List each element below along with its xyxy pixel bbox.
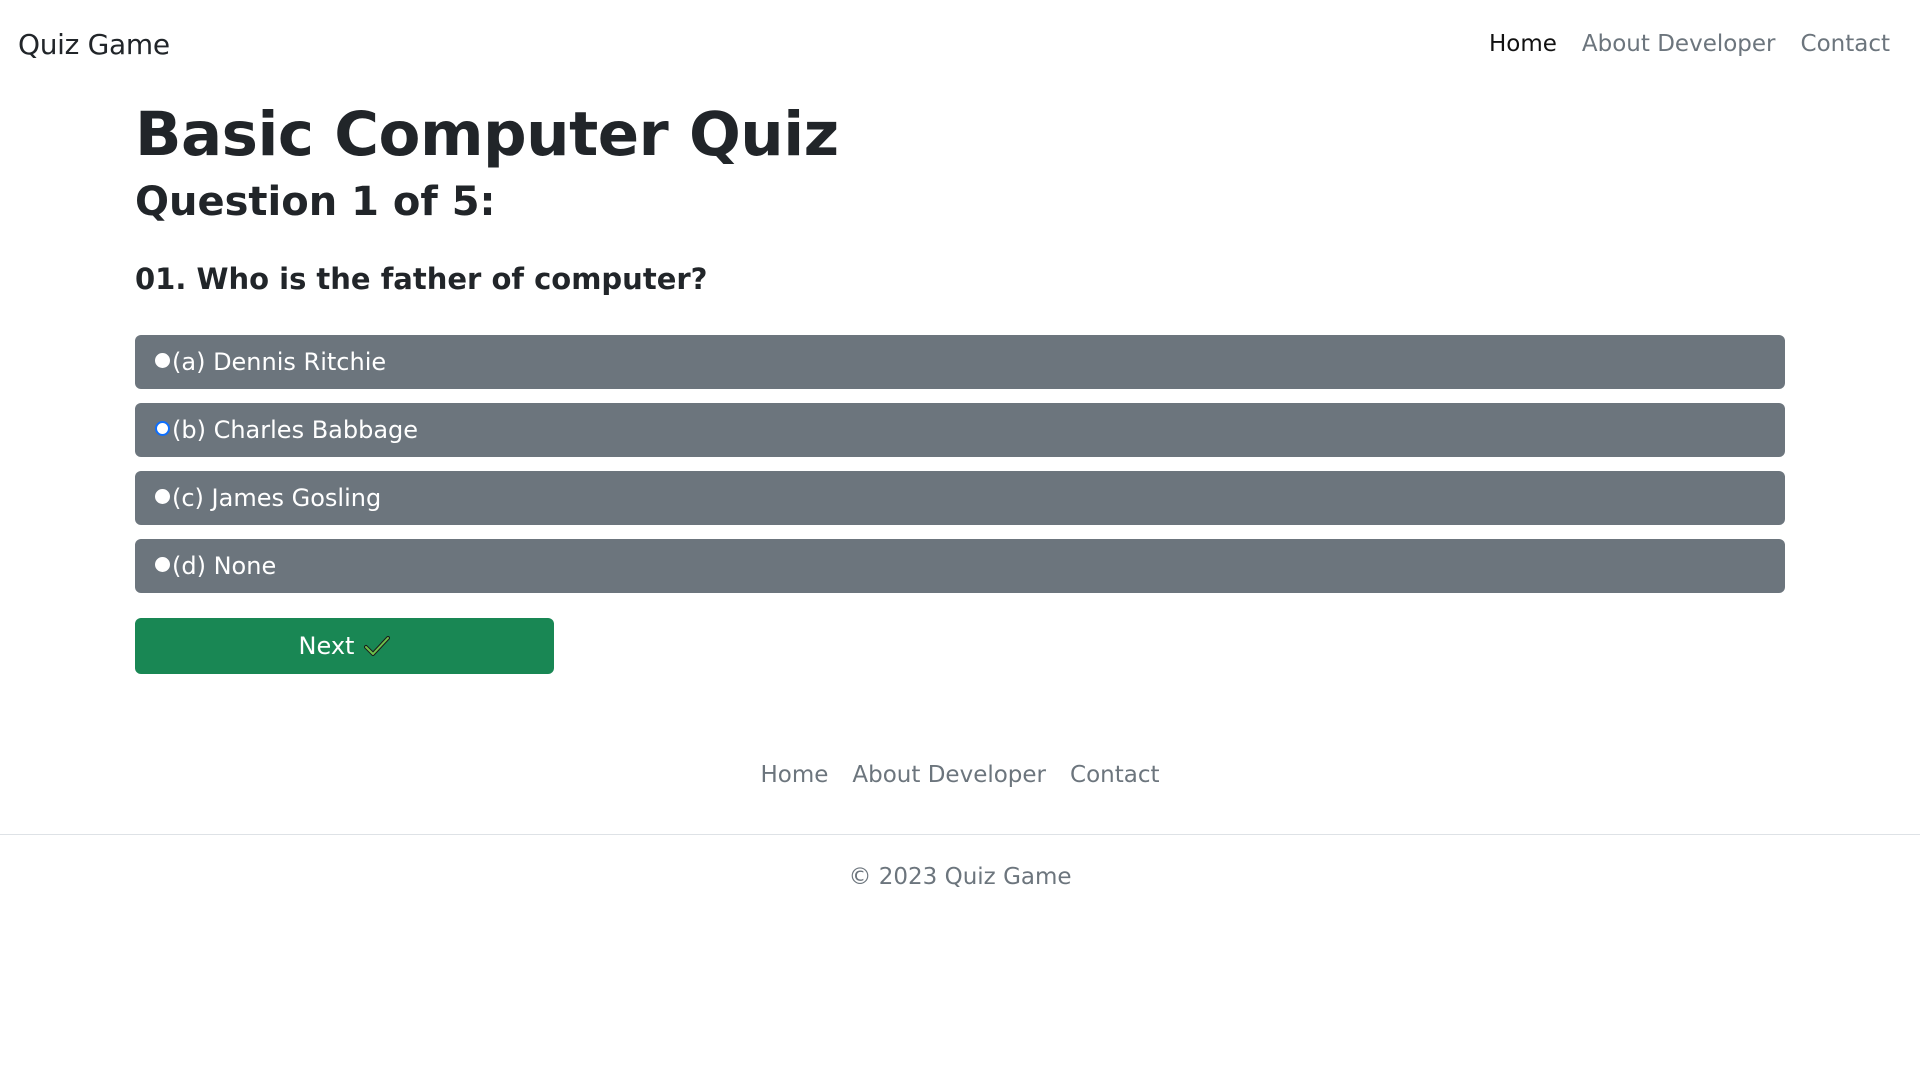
- footer-nav: Home About Developer Contact: [0, 762, 1920, 788]
- footer-about-developer-link[interactable]: About Developer: [852, 762, 1046, 788]
- option-a-label: (a) Dennis Ritchie: [172, 348, 387, 376]
- option-d[interactable]: (d) None: [135, 539, 1785, 593]
- question-text: 01. Who is the father of computer?: [135, 262, 708, 296]
- answer-options: (a) Dennis Ritchie (b) Charles Babbage (…: [135, 335, 1785, 593]
- nav-home-link[interactable]: Home: [1489, 31, 1557, 57]
- copyright-text: © 2023 Quiz Game: [848, 864, 1072, 890]
- option-c-radio[interactable]: [155, 489, 170, 504]
- option-b[interactable]: (b) Charles Babbage: [135, 403, 1785, 457]
- nav-links: Home About Developer Contact: [1489, 31, 1890, 57]
- nav-contact-link[interactable]: Contact: [1801, 31, 1890, 57]
- option-a-radio[interactable]: [155, 353, 170, 368]
- option-d-radio[interactable]: [155, 557, 170, 572]
- option-d-label: (d) None: [172, 552, 277, 580]
- quiz-title: Basic Computer Quiz: [135, 99, 839, 170]
- question-count: Question 1 of 5:: [135, 179, 496, 225]
- next-button-label: Next: [298, 632, 355, 660]
- check-icon: [364, 635, 391, 657]
- quiz-container: Basic Computer Quiz Question 1 of 5: 01.…: [135, 95, 1785, 674]
- option-a[interactable]: (a) Dennis Ritchie: [135, 335, 1785, 389]
- option-c[interactable]: (c) James Gosling: [135, 471, 1785, 525]
- next-button[interactable]: Next: [135, 618, 554, 674]
- footer-contact-link[interactable]: Contact: [1070, 762, 1159, 788]
- option-b-radio[interactable]: [155, 421, 170, 436]
- navbar: Quiz Game Home About Developer Contact: [0, 0, 1920, 88]
- footer-home-link[interactable]: Home: [760, 762, 828, 788]
- option-b-label: (b) Charles Babbage: [172, 416, 419, 444]
- footer-divider: [0, 834, 1920, 835]
- option-c-label: (c) James Gosling: [172, 484, 382, 512]
- brand-link[interactable]: Quiz Game: [18, 28, 170, 61]
- nav-about-developer-link[interactable]: About Developer: [1582, 31, 1776, 57]
